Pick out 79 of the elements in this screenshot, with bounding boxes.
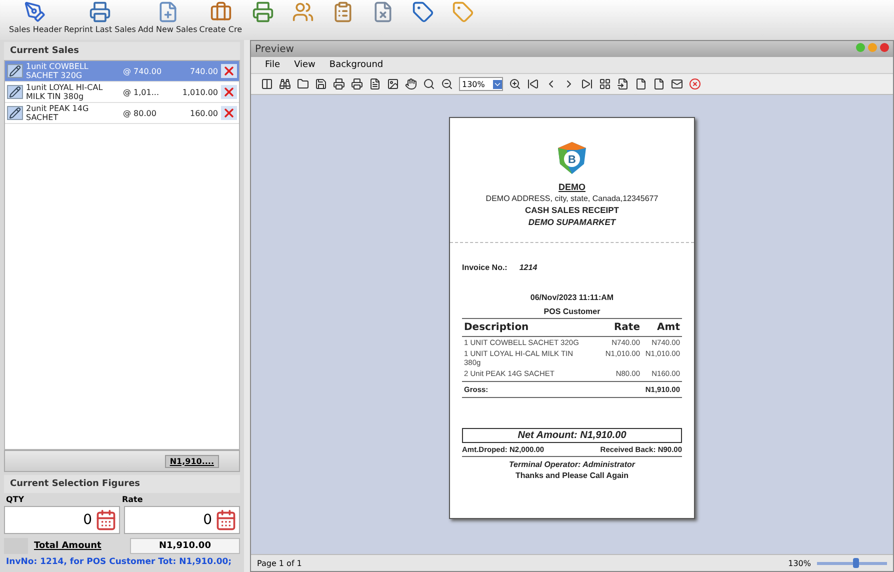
- document-icon[interactable]: [653, 78, 665, 90]
- printer-icon: [88, 1, 111, 23]
- page-status: Page 1 of 1: [257, 558, 302, 568]
- multi-page-icon[interactable]: [599, 78, 611, 90]
- document-icon[interactable]: [635, 78, 647, 90]
- qty-label: QTY: [6, 495, 26, 504]
- edit-icon[interactable]: [7, 106, 23, 120]
- total-amount-value: N1,910.00: [130, 538, 240, 554]
- save-icon[interactable]: [315, 78, 327, 90]
- first-page-icon[interactable]: [527, 78, 539, 90]
- sale-row[interactable]: 1unit LOYAL HI-CAL MILK TIN 380g @ 1,01... 1,010.00: [5, 82, 239, 103]
- thanks-message: Thanks and Please Call Again: [514, 471, 630, 480]
- briefcase-icon: [210, 1, 232, 23]
- qty-field[interactable]: 0: [4, 506, 120, 534]
- invoice-number: 1214: [519, 263, 538, 272]
- item-rate: @ 1,01...: [123, 88, 160, 96]
- customer-name: POS Customer: [542, 307, 602, 316]
- menu-item[interactable]: View: [294, 60, 316, 70]
- zoom-out-icon[interactable]: [441, 78, 453, 90]
- panel-icon[interactable]: [261, 78, 273, 90]
- zoom-field[interactable]: 130%: [459, 77, 503, 91]
- item-name: 2unit PEAK 14G SACHET: [26, 104, 90, 122]
- item-amount: 740.00: [189, 66, 218, 76]
- toolbar-button[interactable]: Add New Sales: [136, 0, 198, 35]
- company-name: DEMO: [558, 182, 586, 192]
- menu-item[interactable]: Background: [329, 60, 384, 70]
- shield-logo: B: [555, 140, 589, 176]
- rate-field[interactable]: 0: [124, 506, 240, 534]
- toolbar-button[interactable]: Sales Header: [8, 0, 63, 35]
- delete-icon[interactable]: [221, 64, 237, 78]
- print-icon[interactable]: [351, 78, 363, 90]
- section-title: Current Selection Figures: [4, 475, 240, 493]
- column-header: Rate: [612, 322, 640, 333]
- edit-icon[interactable]: [7, 85, 23, 99]
- item-name: 1unit COWBELL SACHET 320G: [26, 62, 90, 80]
- toolbar-button[interactable]: Create Cre: [198, 0, 244, 35]
- zoom-in-icon[interactable]: [509, 78, 521, 90]
- item-rate: @ 80.00: [123, 108, 158, 118]
- edit-icon[interactable]: [7, 64, 23, 78]
- rate-label: Rate: [122, 495, 144, 504]
- image-icon[interactable]: [387, 78, 399, 90]
- delete-icon[interactable]: [221, 85, 237, 99]
- binoculars-icon[interactable]: [279, 78, 291, 90]
- receipt-datetime: 06/Nov/2023 11:11:AM: [529, 293, 615, 302]
- sale-row[interactable]: 2unit PEAK 14G SACHET @ 80.00 160.00: [5, 103, 239, 124]
- delete-icon[interactable]: [221, 106, 237, 120]
- total-value: N1,910....: [164, 454, 219, 468]
- panel-title: Current Sales: [4, 42, 240, 60]
- invoice-label: Invoice No.:: [462, 263, 508, 272]
- close-icon[interactable]: [689, 78, 701, 90]
- zoom-status: 130%: [788, 558, 811, 568]
- item-rate: @ 740.00: [123, 66, 163, 76]
- column-header: Description: [464, 322, 530, 333]
- last-page-icon[interactable]: [581, 78, 593, 90]
- folder-icon[interactable]: [297, 78, 309, 90]
- company-address: DEMO ADDRESS, city, state, Canada,12345677: [484, 194, 660, 203]
- search-icon[interactable]: [423, 78, 435, 90]
- pen-icon: [24, 1, 46, 23]
- export-icon[interactable]: [617, 78, 629, 90]
- total-amount-label: Total Amount: [34, 541, 102, 551]
- net-amount: Net Amount: N1,910.00: [462, 428, 682, 443]
- toolbar-button[interactable]: Reprint Last Sales: [62, 0, 137, 35]
- page-setup-icon[interactable]: [369, 78, 381, 90]
- hand-icon[interactable]: [405, 78, 417, 90]
- slider-thumb[interactable]: [852, 558, 858, 568]
- window-title: Preview: [255, 44, 294, 54]
- item-amount: 160.00: [189, 108, 218, 118]
- terminal-operator: Terminal Operator: Administrator: [508, 460, 636, 469]
- status-text: InvNo: 1214, for POS Customer Tot: N1,910.00;: [5, 556, 233, 569]
- mail-icon[interactable]: [671, 78, 683, 90]
- item-amount: 1,010.00: [181, 88, 218, 96]
- close-icon[interactable]: [880, 43, 889, 52]
- column-header: Amt: [656, 322, 680, 333]
- item-name: 1unit LOYAL HI-CAL MILK TIN 380g: [26, 83, 104, 101]
- receipt-heading: CASH SALES RECEIPT: [524, 205, 620, 215]
- shop-name: DEMO SUPAMARKET: [527, 217, 618, 227]
- dropdown-icon[interactable]: [493, 80, 502, 88]
- print-icon[interactable]: [333, 78, 345, 90]
- menu-item[interactable]: File: [265, 60, 280, 70]
